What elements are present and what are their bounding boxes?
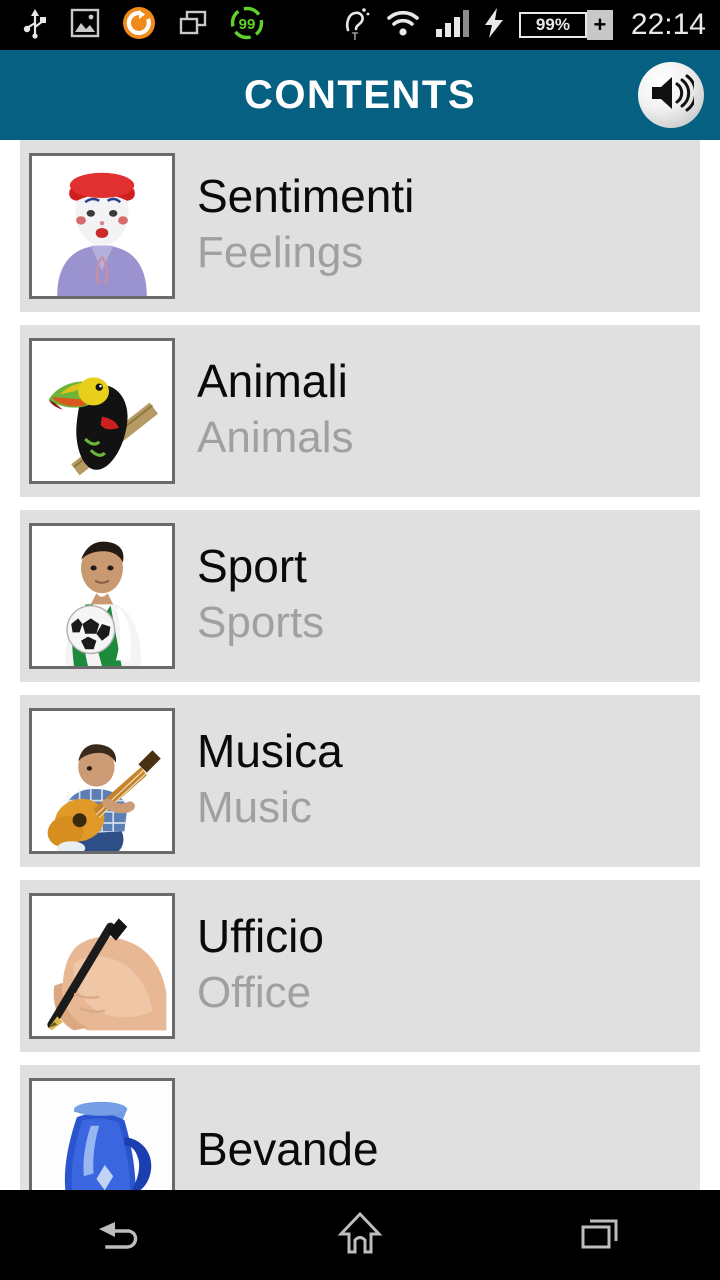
- list-item-primary-label: Ufficio: [197, 910, 324, 963]
- soccer-player-photo: [29, 523, 175, 669]
- list-item-secondary-label: Sports: [197, 597, 325, 647]
- screen-mirror-icon: [178, 9, 208, 42]
- battery-level-text: 99%: [518, 12, 587, 38]
- list-item-labels: Sport Sports: [197, 542, 324, 650]
- guitar-player-photo: [29, 708, 175, 854]
- list-item[interactable]: Bevande: [20, 1065, 700, 1190]
- contents-list[interactable]: Sentimenti Feelings Animali Animals Spor…: [0, 140, 720, 1190]
- home-button[interactable]: [240, 1190, 480, 1280]
- list-item-primary-label: Musica: [197, 725, 343, 778]
- usb-icon: [22, 7, 48, 44]
- charging-bolt-icon: [483, 7, 505, 44]
- speaker-volume-icon: [648, 73, 698, 118]
- blue-pitcher-photo: [29, 1078, 175, 1190]
- list-item[interactable]: Sentimenti Feelings: [20, 140, 700, 312]
- list-item-primary-label: Sentimenti: [197, 170, 415, 223]
- list-item-secondary-label: Feelings: [197, 227, 364, 277]
- list-item-secondary-label: Music: [197, 782, 312, 832]
- navigation-bar: [0, 1190, 720, 1280]
- sound-toggle-button[interactable]: [638, 62, 704, 128]
- list-item-labels: Bevande: [197, 1122, 379, 1178]
- list-item-primary-label: Bevande: [197, 1122, 379, 1175]
- battery-icon: 99% +: [518, 10, 613, 40]
- list-item[interactable]: Sport Sports: [20, 510, 700, 682]
- svg-text:T: T: [352, 31, 359, 40]
- list-item-primary-label: Animali: [197, 355, 348, 408]
- back-button[interactable]: [0, 1190, 240, 1280]
- cellular-signal-icon: [435, 8, 469, 43]
- back-arrow-icon: [93, 1209, 147, 1262]
- list-item[interactable]: Musica Music: [20, 695, 700, 867]
- battery-saver-99-icon: 99: [230, 6, 264, 45]
- hearing-aid-t-icon: T: [341, 6, 371, 45]
- status-bar-right-icons: T 99% + 22:14: [341, 0, 706, 50]
- screenshot-image-icon: [70, 7, 100, 44]
- hand-writing-pen-photo: [29, 893, 175, 1039]
- toucan-bird-photo: [29, 338, 175, 484]
- svg-text:99: 99: [239, 16, 256, 33]
- status-bar: 99 T 99% + 22:14: [0, 0, 720, 50]
- list-item-secondary-label: Animals: [197, 412, 354, 462]
- battery-plus-badge: +: [586, 10, 613, 40]
- list-item-labels: Sentimenti Feelings: [197, 172, 414, 280]
- status-bar-clock: 22:14: [630, 8, 706, 41]
- sync-circle-icon: [122, 6, 156, 45]
- list-item-labels: Animali Animals: [197, 357, 354, 465]
- app-header: CONTENTS: [0, 50, 720, 140]
- list-item-secondary-label: Office: [197, 967, 312, 1017]
- recents-button[interactable]: [480, 1190, 720, 1280]
- wifi-icon: [385, 8, 421, 43]
- list-item[interactable]: Ufficio Office: [20, 880, 700, 1052]
- list-item-primary-label: Sport: [197, 540, 307, 593]
- status-bar-left-icons: 99: [22, 6, 264, 45]
- mime-woman-red-hat-photo: [29, 153, 175, 299]
- recents-icon: [576, 1211, 624, 1260]
- home-icon: [335, 1208, 385, 1263]
- list-item-labels: Ufficio Office: [197, 912, 324, 1020]
- list-item-labels: Musica Music: [197, 727, 343, 835]
- page-title: CONTENTS: [244, 72, 476, 117]
- list-item[interactable]: Animali Animals: [20, 325, 700, 497]
